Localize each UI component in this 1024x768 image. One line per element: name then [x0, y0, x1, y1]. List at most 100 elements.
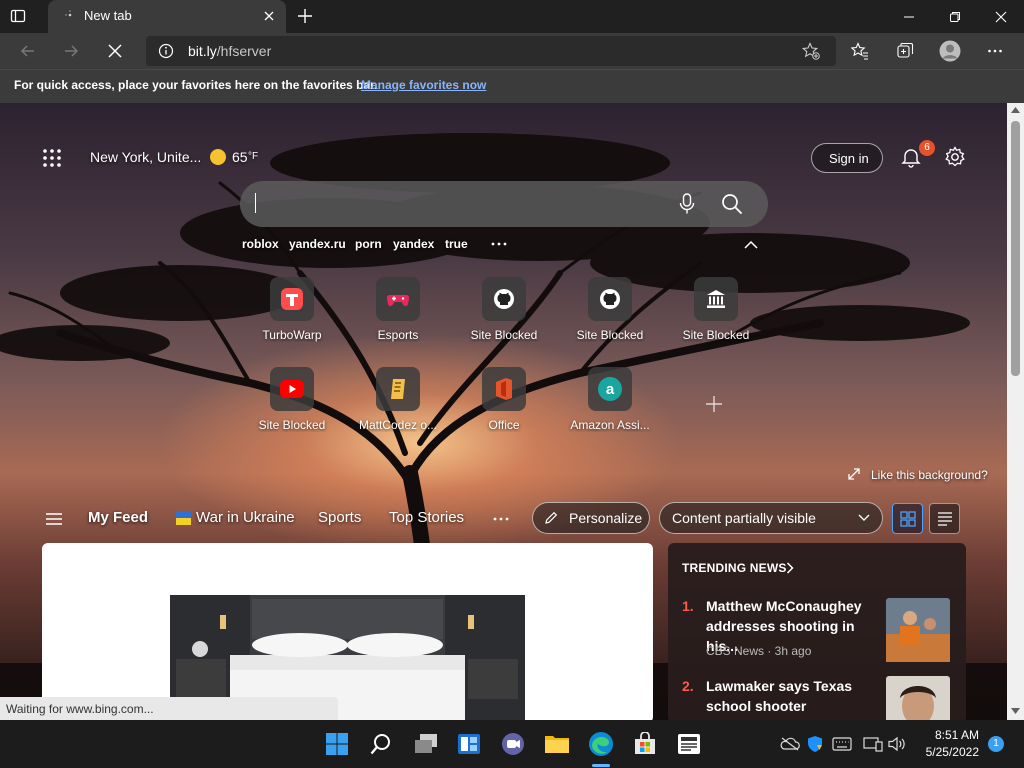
suggestion-chip[interactable]: yandex.ru	[289, 237, 346, 251]
favorites-bar: For quick access, place your favorites h…	[0, 69, 1024, 103]
suggestion-chip[interactable]: true	[445, 237, 468, 251]
stop-loading-icon[interactable]	[100, 37, 130, 65]
more-tabs-icon[interactable]	[493, 517, 509, 521]
new-tab-page: New York, Unite... 65 °F Sign in 6 roblo…	[0, 103, 1007, 720]
voice-search-icon[interactable]	[678, 193, 696, 215]
tab-new-tab[interactable]: New tab	[48, 0, 286, 33]
widgets-icon[interactable]	[453, 728, 485, 760]
more-menu-icon[interactable]	[980, 37, 1010, 65]
sign-in-button[interactable]: Sign in	[811, 143, 883, 173]
volume-icon[interactable]	[886, 734, 908, 754]
personalize-button[interactable]: Personalize	[532, 502, 650, 534]
favorites-icon[interactable]	[845, 37, 875, 65]
tile-label: Site Blocked	[576, 328, 644, 342]
microsoft-store-icon[interactable]	[629, 728, 661, 760]
restore-button[interactable]	[932, 0, 978, 33]
weather-location[interactable]: New York, Unite...	[90, 149, 201, 165]
scroll-up-icon[interactable]	[1011, 107, 1020, 113]
trending-thumbnail[interactable]	[886, 598, 950, 662]
forward-icon[interactable]	[56, 37, 86, 65]
task-view-icon[interactable]	[410, 728, 442, 760]
add-shortcut-icon[interactable]	[705, 395, 723, 413]
favorites-bar-text: For quick access, place your favorites h…	[14, 78, 378, 92]
quick-link-tile[interactable]: Site Blocked	[454, 277, 554, 357]
ukraine-flag-icon	[176, 511, 191, 525]
site-info-icon[interactable]	[158, 43, 174, 59]
grid-layout-button[interactable]	[892, 503, 923, 534]
office-icon	[482, 367, 526, 411]
weather-temperature[interactable]: 65	[232, 149, 248, 165]
feed-card-main[interactable]	[42, 543, 653, 720]
trending-header[interactable]: TRENDING NEWS	[682, 561, 787, 575]
address-bar[interactable]: bit.ly/hfserver	[146, 36, 836, 66]
network-icon[interactable]	[862, 734, 884, 754]
new-tab-icon[interactable]	[296, 7, 314, 25]
apps-launcher-icon[interactable]	[42, 148, 62, 168]
back-icon[interactable]	[13, 37, 43, 65]
more-suggestions-icon[interactable]	[491, 242, 507, 246]
quick-link-tile[interactable]: Esports	[348, 277, 448, 357]
like-background-link[interactable]: Like this background?	[871, 468, 988, 482]
search-icon[interactable]	[721, 193, 743, 215]
weather-temp-unit: °F	[248, 151, 259, 162]
chevron-down-icon	[858, 514, 870, 522]
quick-link-tile[interactable]: a Amazon Assi...	[560, 367, 660, 447]
manage-favorites-link[interactable]: Manage favorites now	[361, 78, 486, 92]
minimize-button[interactable]	[886, 0, 932, 33]
file-explorer-icon[interactable]	[541, 728, 573, 760]
address-url: bit.ly/hfserver	[188, 43, 271, 59]
teams-chat-icon[interactable]	[497, 728, 529, 760]
profile-avatar-icon[interactable]	[935, 37, 965, 65]
edge-browser-icon[interactable]	[585, 728, 617, 760]
quick-link-tile[interactable]: TurboWarp	[242, 277, 342, 357]
trending-news-panel: TRENDING NEWS 1. Matthew McConaughey add…	[668, 543, 966, 720]
keyboard-icon[interactable]	[831, 734, 853, 754]
quick-link-tile[interactable]: MattCodez o...	[348, 367, 448, 447]
quick-link-tile[interactable]: Site Blocked	[242, 367, 342, 447]
close-tab-icon[interactable]	[262, 9, 276, 23]
tile-label: Site Blocked	[258, 418, 326, 432]
search-input[interactable]	[264, 189, 664, 219]
gamepad-icon	[376, 277, 420, 321]
expand-background-icon[interactable]	[847, 467, 861, 481]
suggestion-chip[interactable]: roblox	[242, 237, 279, 251]
tab-sports[interactable]: Sports	[318, 509, 361, 526]
tab-top-stories[interactable]: Top Stories	[389, 509, 464, 526]
feed-menu-icon[interactable]	[45, 512, 63, 526]
collections-icon[interactable]	[890, 37, 920, 65]
trending-thumbnail[interactable]	[886, 676, 950, 720]
github-icon	[588, 277, 632, 321]
quick-link-tile[interactable]: Office	[454, 367, 554, 447]
add-favorite-icon[interactable]	[802, 42, 820, 60]
onedrive-offline-icon[interactable]	[779, 734, 801, 754]
quick-link-tile[interactable]: Site Blocked	[560, 277, 660, 357]
mattcodez-icon	[376, 367, 420, 411]
scrollbar-thumb[interactable]	[1011, 121, 1020, 376]
search-box[interactable]	[240, 181, 768, 227]
news-app-icon[interactable]	[673, 728, 705, 760]
suggestion-chip[interactable]: porn	[355, 237, 382, 251]
scroll-down-icon[interactable]	[1011, 708, 1020, 714]
notification-center-badge[interactable]: 1	[988, 736, 1004, 752]
content-visibility-dropdown[interactable]: Content partially visible	[659, 502, 883, 534]
content-visibility-value: Content partially visible	[672, 510, 816, 526]
list-layout-button[interactable]	[929, 503, 960, 534]
search-taskbar-icon[interactable]	[365, 728, 397, 760]
trending-headline[interactable]: Lawmaker says Texas school shooter origi…	[706, 676, 882, 720]
tab-actions-icon[interactable]	[10, 8, 26, 24]
quick-link-tile[interactable]: Site Blocked	[666, 277, 766, 357]
tab-war-in-ukraine[interactable]: War in Ukraine	[196, 509, 295, 526]
close-window-button[interactable]	[978, 0, 1024, 33]
suggestion-chip[interactable]: yandex	[393, 237, 434, 251]
tile-label: Site Blocked	[470, 328, 538, 342]
clock-date[interactable]: 5/25/2022	[919, 745, 979, 759]
security-shield-icon[interactable]	[804, 734, 826, 754]
settings-gear-icon[interactable]	[944, 146, 966, 168]
clock-time[interactable]: 8:51 AM	[933, 728, 979, 742]
turbowarp-icon	[270, 277, 314, 321]
windows-start-icon[interactable]	[321, 728, 353, 760]
chevron-right-icon[interactable]	[786, 562, 794, 574]
tab-my-feed[interactable]: My Feed	[88, 509, 148, 526]
page-scrollbar[interactable]	[1007, 103, 1024, 720]
collapse-chevron-icon[interactable]	[744, 240, 758, 250]
